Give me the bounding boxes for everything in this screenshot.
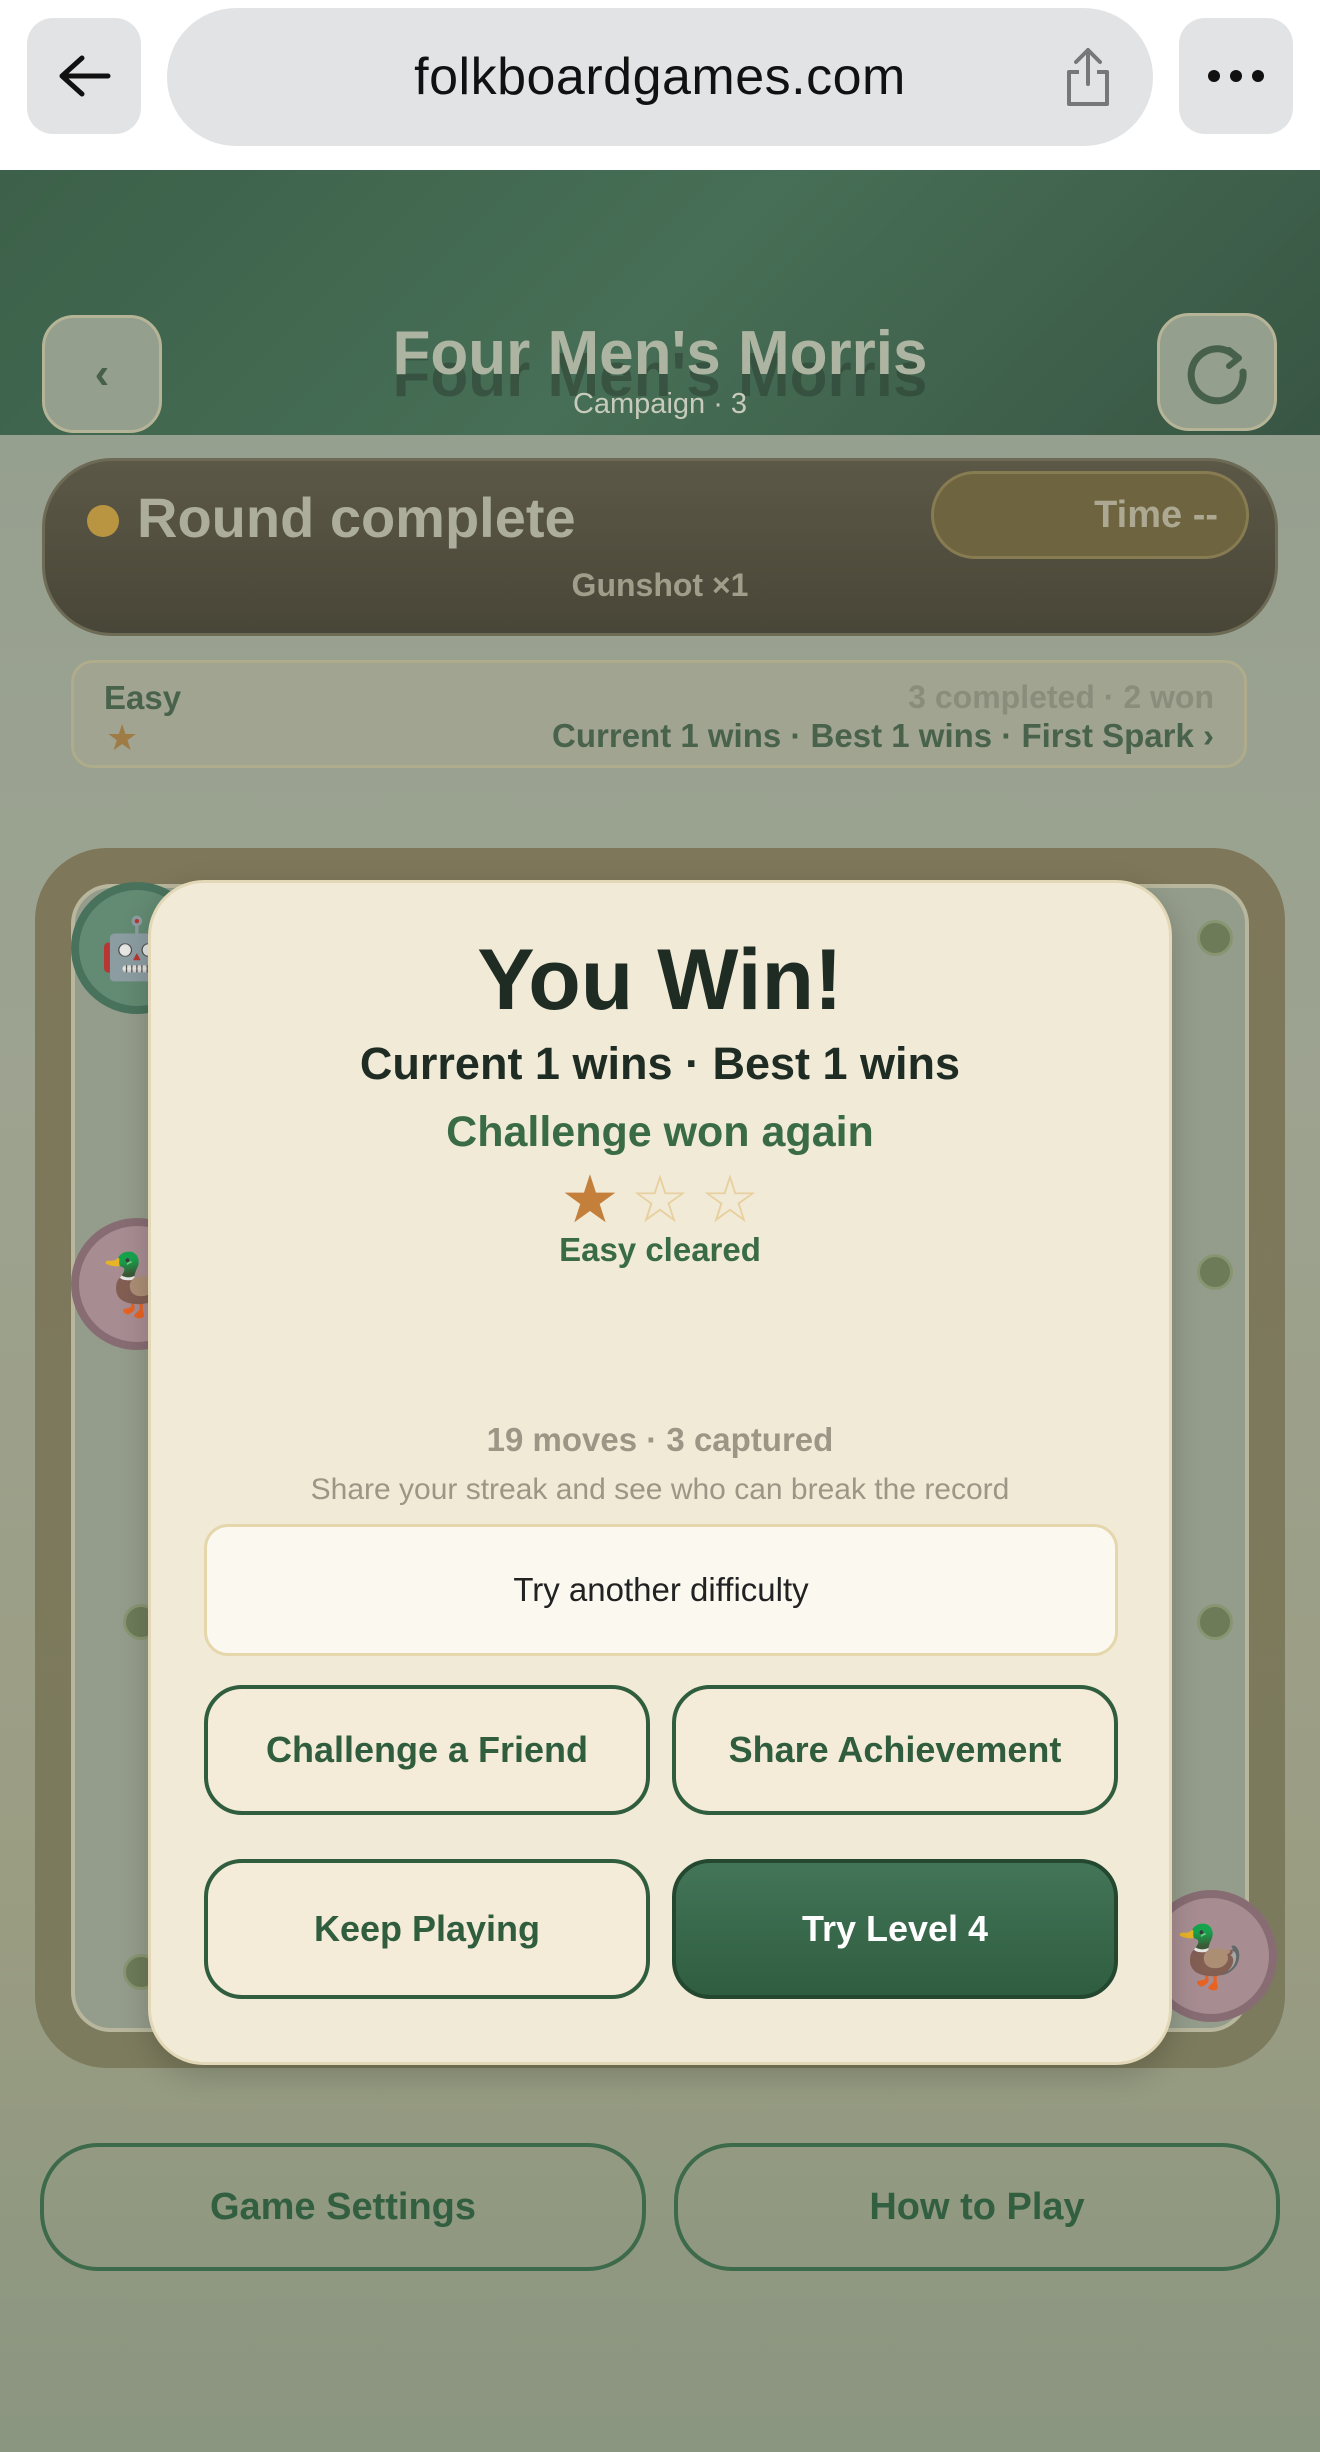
next-level-button[interactable]: Try Level 4 — [672, 1859, 1118, 1999]
game-settings-button[interactable]: Game Settings — [40, 2143, 646, 2271]
share-icon[interactable] — [1063, 46, 1113, 113]
star-filled-icon: ★ — [560, 1162, 620, 1236]
keep-playing-button[interactable]: Keep Playing — [204, 1859, 650, 1999]
game-stats: 19 moves · 3 captured — [486, 1421, 834, 1458]
address-bar[interactable]: folkboardgames.com — [167, 8, 1153, 146]
challenge-friend-button[interactable]: Challenge a Friend — [204, 1685, 650, 1815]
share-hint: Share your streak and see who can break … — [310, 1473, 1010, 1506]
win-dialog: You Win! Current 1 wins · Best 1 wins Ch… — [148, 880, 1172, 2065]
more-horizontal-icon — [1208, 70, 1264, 82]
how-to-play-button[interactable]: How to Play — [674, 2143, 1280, 2271]
arrow-left-icon — [59, 55, 111, 97]
challenge-status: Challenge won again — [446, 1108, 874, 1156]
streak-text: Current 1 wins · Best 1 wins — [359, 1038, 961, 1089]
browser-toolbar: folkboardgames.com — [0, 0, 1320, 170]
difficulty-cleared-text: Easy cleared — [559, 1231, 761, 1268]
star-empty-icon: ☆ — [630, 1162, 690, 1236]
star-empty-icon: ☆ — [700, 1162, 760, 1236]
win-title: You Win! — [477, 932, 843, 1028]
try-another-difficulty-button[interactable]: Try another difficulty — [204, 1524, 1118, 1656]
star-rating: ★ ☆ ☆ — [151, 1161, 1169, 1238]
share-achievement-button[interactable]: Share Achievement — [672, 1685, 1118, 1815]
browser-back-button[interactable] — [27, 18, 141, 134]
browser-more-button[interactable] — [1179, 18, 1293, 134]
url-text: folkboardgames.com — [414, 48, 906, 106]
